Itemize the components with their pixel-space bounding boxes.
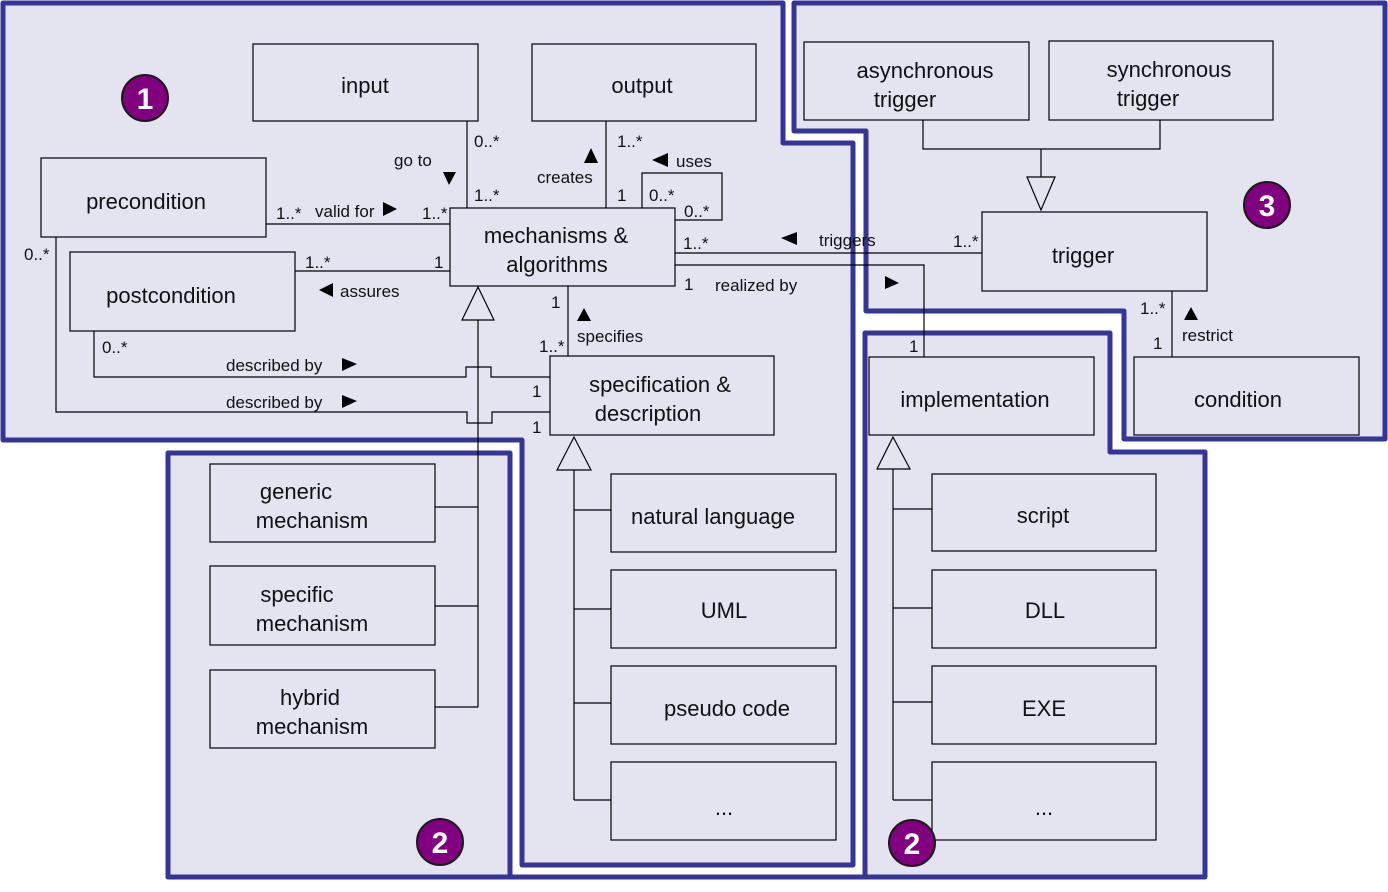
class-label: trigger xyxy=(1052,243,1114,268)
multiplicity: 1..* xyxy=(617,132,643,151)
class-postcondition: postcondition xyxy=(69,251,296,332)
multiplicity: 0..* xyxy=(474,132,500,151)
region-1-badge: 1 xyxy=(121,74,169,122)
class-synchronous-trigger: synchronous trigger xyxy=(1048,40,1274,121)
class-dll: DLL xyxy=(931,569,1157,649)
multiplicity: 1..* xyxy=(1140,299,1166,318)
class-label: condition xyxy=(1194,387,1282,412)
class-generic-mechanism: generic mechanism xyxy=(209,463,436,543)
class-label: EXE xyxy=(1022,696,1066,721)
described-by-label: described by xyxy=(226,393,323,412)
multiplicity: 1 xyxy=(1153,334,1162,353)
multiplicity: 1..* xyxy=(683,234,709,253)
multiplicity: 1..* xyxy=(276,204,302,223)
multiplicity: 1..* xyxy=(305,253,331,272)
multiplicity: 1 xyxy=(532,382,541,401)
valid-for-label: valid for xyxy=(315,202,375,221)
class-label-line-1: hybrid xyxy=(280,685,340,710)
class-label: postcondition xyxy=(106,283,236,308)
class-implementation-other: ... xyxy=(931,761,1157,841)
class-label-line-1: synchronous xyxy=(1107,57,1232,82)
triggers-label: triggers xyxy=(819,231,876,250)
class-label: UML xyxy=(701,598,747,623)
class-label-line-2: description xyxy=(595,401,701,426)
badge-number: 2 xyxy=(904,828,921,861)
class-hybrid-mechanism: hybrid mechanism xyxy=(209,669,436,749)
region-2-left-badge: 2 xyxy=(416,818,464,866)
region-3-badge: 3 xyxy=(1243,181,1291,229)
class-output: output xyxy=(531,43,757,122)
class-label: output xyxy=(611,73,672,98)
class-asynchronous-trigger: asynchronous trigger xyxy=(803,41,1030,121)
go-to-label: go to xyxy=(394,151,432,170)
class-label: script xyxy=(1017,503,1070,528)
class-label-line-1: asynchronous xyxy=(857,58,994,83)
multiplicity: 1 xyxy=(532,418,541,437)
class-script: script xyxy=(931,473,1157,552)
class-trigger: trigger xyxy=(981,211,1208,292)
multiplicity: 1 xyxy=(684,275,693,294)
class-specification-other: ... xyxy=(610,761,837,841)
class-label-line-2: mechanism xyxy=(256,508,368,533)
class-label: ... xyxy=(1035,795,1053,820)
class-label-line-1: generic xyxy=(260,479,332,504)
badge-number: 3 xyxy=(1259,190,1276,223)
class-label-line-2: mechanism xyxy=(256,611,368,636)
class-natural-language: natural language xyxy=(610,473,837,553)
uml-diagram: input output precondition postcondition … xyxy=(0,0,1388,880)
class-label: natural language xyxy=(631,504,795,529)
multiplicity: 0..* xyxy=(102,338,128,357)
uses-label: uses xyxy=(676,152,712,171)
described-by-label: described by xyxy=(226,356,323,375)
specifies-label: specifies xyxy=(577,327,643,346)
class-specific-mechanism: specific mechanism xyxy=(209,565,436,646)
class-condition: condition xyxy=(1133,356,1360,436)
multiplicity: 1..* xyxy=(953,232,979,251)
class-mechanisms-algorithms: mechanisms & algorithms xyxy=(449,207,676,287)
class-uml: UML xyxy=(610,569,837,649)
creates-label: creates xyxy=(537,168,593,187)
class-pseudo-code: pseudo code xyxy=(610,665,837,745)
multiplicity: 1..* xyxy=(422,204,448,223)
class-label-line-2: trigger xyxy=(874,87,936,112)
multiplicity: 1 xyxy=(434,253,443,272)
multiplicity: 1..* xyxy=(474,186,500,205)
class-implementation: implementation xyxy=(868,356,1095,436)
restrict-label: restrict xyxy=(1182,326,1233,345)
class-precondition: precondition xyxy=(40,157,267,238)
class-label-line-1: specification & xyxy=(589,372,731,397)
class-label: input xyxy=(341,73,389,98)
badge-number: 1 xyxy=(137,83,154,116)
multiplicity: 1 xyxy=(909,337,918,356)
class-label: precondition xyxy=(86,189,206,214)
multiplicity: 1..* xyxy=(539,337,565,356)
region-2-right-badge: 2 xyxy=(888,819,936,867)
class-specification-description: specification & description xyxy=(549,355,775,436)
multiplicity: 1 xyxy=(551,293,560,312)
realized-by-label: realized by xyxy=(715,276,798,295)
class-exe: EXE xyxy=(931,665,1157,745)
class-label-line-2: trigger xyxy=(1117,86,1179,111)
class-input: input xyxy=(252,43,479,122)
class-label-line-2: algorithms xyxy=(506,252,607,277)
class-label-line-1: mechanisms & xyxy=(484,223,629,248)
multiplicity: 1 xyxy=(617,186,626,205)
multiplicity: 0..* xyxy=(684,202,710,221)
class-label-line-1: specific xyxy=(260,582,333,607)
class-label: ... xyxy=(715,795,733,820)
class-label: implementation xyxy=(900,387,1049,412)
assures-label: assures xyxy=(340,282,400,301)
badge-number: 2 xyxy=(432,827,449,860)
class-label: DLL xyxy=(1025,598,1065,623)
multiplicity: 0..* xyxy=(24,245,50,264)
class-label-line-2: mechanism xyxy=(256,714,368,739)
class-label: pseudo code xyxy=(664,696,790,721)
multiplicity: 0..* xyxy=(649,186,675,205)
